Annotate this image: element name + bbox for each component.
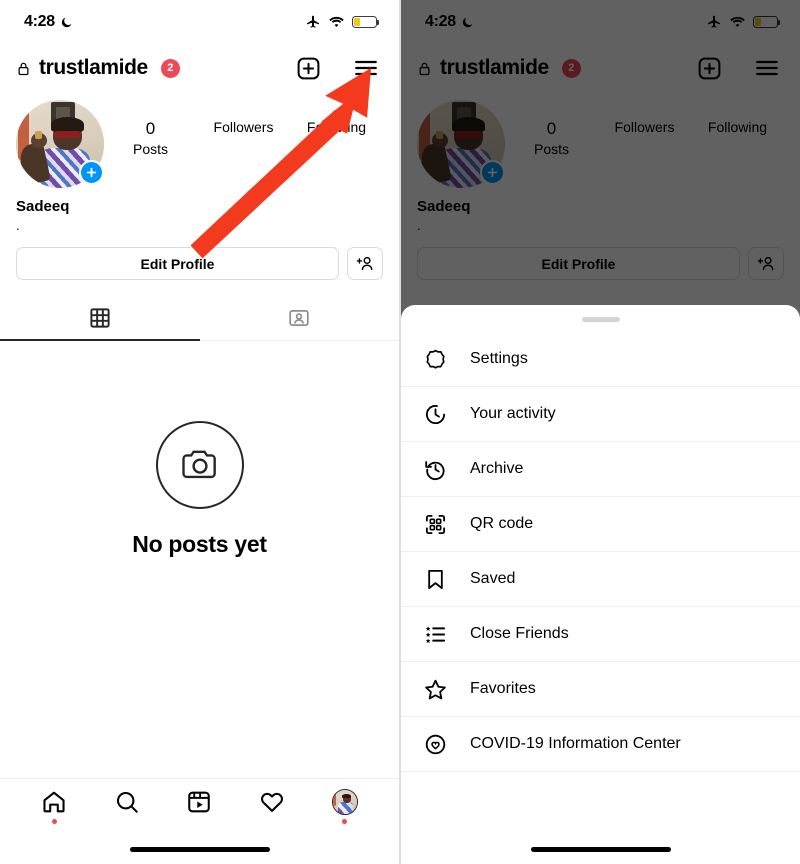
username-title[interactable]: trustlamide <box>39 56 148 80</box>
profile-summary: 0 Posts Followers Following <box>0 92 399 188</box>
airplane-mode-icon <box>307 15 319 28</box>
profile-actions: Edit Profile <box>0 233 399 280</box>
crescent-moon-icon <box>61 17 72 27</box>
stat-posts-label: Posts <box>132 140 168 157</box>
empty-posts-state: No posts yet <box>0 341 399 558</box>
menu-label: Favorites <box>470 680 536 697</box>
nav-reels[interactable] <box>163 789 236 824</box>
profile-full-name: Sadeeq <box>16 198 70 215</box>
archive-clock-icon <box>423 457 448 482</box>
empty-state-title: No posts yet <box>132 531 267 557</box>
add-person-icon <box>356 256 372 271</box>
stat-following-label: Following <box>306 119 367 135</box>
add-person-button[interactable] <box>347 247 383 280</box>
new-post-button[interactable] <box>293 53 323 83</box>
phone-screen-menu: 4:28 <box>400 0 800 864</box>
phone-screen-profile: 4:28 trustlamide 2 0 Posts Followers Fol… <box>0 0 400 864</box>
bottom-nav-items <box>0 779 399 833</box>
status-bar: 4:28 <box>0 0 399 44</box>
wifi-icon <box>329 16 344 28</box>
nav-profile[interactable] <box>308 788 381 824</box>
menu-item-qr-code[interactable]: QR code <box>401 497 800 552</box>
menu-label: Close Friends <box>470 625 569 642</box>
menu-item-archive[interactable]: Archive <box>401 442 800 497</box>
menu-list: Settings Your activity Archive QR code S… <box>401 322 800 772</box>
stat-posts[interactable]: 0 Posts <box>104 118 197 159</box>
tab-grid-posts[interactable] <box>0 296 200 341</box>
profile-avatar-icon <box>331 788 358 815</box>
nav-profile-dot <box>342 818 348 824</box>
nav-home[interactable] <box>18 789 91 824</box>
new-post-plus-icon <box>297 57 319 79</box>
stat-followers-label: Followers <box>213 119 274 135</box>
gear-settings-icon <box>423 347 448 372</box>
home-indicator-2 <box>530 847 671 852</box>
grid-posts-icon <box>90 308 110 328</box>
hamburger-menu-icon <box>355 60 377 76</box>
stat-following[interactable]: Following <box>290 118 383 159</box>
nav-search[interactable] <box>91 789 164 824</box>
menu-item-covid-info[interactable]: COVID-19 Information Center <box>401 717 800 772</box>
menu-label: Settings <box>470 350 528 367</box>
camera-circle-icon <box>155 421 244 509</box>
bottom-navigation <box>0 778 399 864</box>
home-icon <box>43 791 65 812</box>
hamburger-menu-button[interactable] <box>351 53 381 83</box>
star-favorites-icon <box>423 677 448 702</box>
stat-followers[interactable]: Followers <box>197 118 290 159</box>
add-story-plus-icon <box>86 167 97 178</box>
nav-activity[interactable] <box>236 789 309 824</box>
edit-profile-button[interactable]: Edit Profile <box>16 247 339 280</box>
avatar-wrapper[interactable] <box>16 100 104 188</box>
menu-item-settings[interactable]: Settings <box>401 332 800 387</box>
profile-tabs <box>0 296 399 341</box>
menu-item-saved[interactable]: Saved <box>401 552 800 607</box>
private-lock-icon <box>18 62 29 75</box>
close-friends-list-icon <box>423 622 448 647</box>
menu-item-close-friends[interactable]: Close Friends <box>401 607 800 662</box>
add-story-button[interactable] <box>79 160 104 185</box>
profile-header: trustlamide 2 <box>0 44 399 92</box>
status-bar-icons <box>305 14 380 30</box>
menu-label: QR code <box>470 515 534 532</box>
search-icon <box>116 791 138 813</box>
battery-low-icon <box>352 16 380 28</box>
profile-bio: . <box>16 218 20 233</box>
menu-item-favorites[interactable]: Favorites <box>401 662 800 717</box>
covid-info-icon <box>423 732 448 757</box>
tagged-person-icon <box>289 309 309 327</box>
heart-activity-icon <box>261 792 284 812</box>
status-time: 4:28 <box>24 13 55 30</box>
menu-item-your-activity[interactable]: Your activity <box>401 387 800 442</box>
menu-label: Saved <box>470 570 516 587</box>
bookmark-saved-icon <box>423 567 448 592</box>
home-indicator <box>129 847 270 852</box>
menu-bottom-sheet: Settings Your activity Archive QR code S… <box>401 305 800 864</box>
stat-posts-value: 0 <box>145 119 156 138</box>
notification-badge: 2 <box>160 58 180 78</box>
reels-icon <box>188 791 211 812</box>
menu-label: COVID-19 Information Center <box>470 735 681 752</box>
clock-activity-icon <box>423 402 448 427</box>
nav-home-dot <box>51 818 57 824</box>
status-bar-time-group: 4:28 <box>24 13 73 31</box>
tab-tagged[interactable] <box>200 296 400 340</box>
camera-icon <box>181 450 216 479</box>
menu-label: Archive <box>470 460 524 477</box>
screenshot-pair: 4:28 trustlamide 2 0 Posts Followers Fol… <box>0 0 800 864</box>
qr-code-icon <box>423 512 448 537</box>
menu-label: Your activity <box>470 405 556 422</box>
profile-stats: 0 Posts Followers Following <box>104 100 383 159</box>
